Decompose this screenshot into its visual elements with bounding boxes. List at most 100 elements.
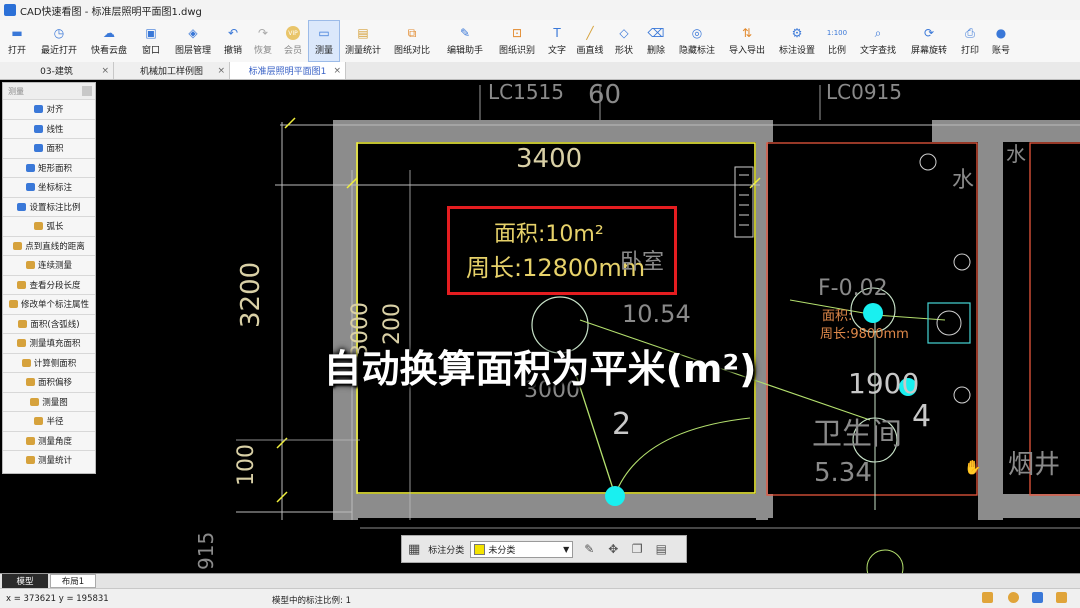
hide-icon: ◎ xyxy=(691,26,703,40)
window-button[interactable]: ▣ 窗口 xyxy=(134,20,168,62)
window-title: CAD快速看图 - 标准层照明平面图1.dwg xyxy=(20,6,202,18)
measure-point-line[interactable]: 点到直线的距离 xyxy=(3,235,95,256)
layers-button[interactable]: ◈ 图层管理 xyxy=(168,20,218,62)
tab-model[interactable]: 模型 xyxy=(2,574,48,588)
measure-edit-property[interactable]: 修改单个标注属性 xyxy=(3,294,95,314)
undo-icon: ↶ xyxy=(227,26,239,40)
edit-property-icon xyxy=(8,300,18,309)
figure-icon xyxy=(30,397,40,406)
coordinate-readout: x = 373621 y = 195831 xyxy=(6,594,109,604)
stats-icon xyxy=(25,456,35,465)
area-arc-icon xyxy=(18,319,28,328)
shape-button[interactable]: ◇ 形状 xyxy=(608,20,640,62)
measure-stats[interactable]: 测量统计 xyxy=(3,450,95,470)
print-icon: ⎙ xyxy=(965,25,975,40)
recent-button[interactable]: ◷ 最近打开 xyxy=(34,20,84,62)
measure-segment-length[interactable]: 查看分段长度 xyxy=(3,274,95,295)
measure-button[interactable]: ▭ 测量 xyxy=(308,20,340,62)
drawing-canvas[interactable]: LC1515 60 LC0915 3400 3200 3000 200 100 … xyxy=(0,80,1080,573)
measure-area[interactable]: 面积 xyxy=(3,138,95,158)
hand-cursor-icon: ✋ xyxy=(964,460,982,476)
coordinate-icon xyxy=(25,183,35,192)
top-right-water-label: 水 xyxy=(1006,142,1026,166)
paste-icon[interactable]: ▤ xyxy=(653,541,669,557)
annotation-settings-button[interactable]: ⚙ 标注设置 xyxy=(772,20,822,62)
delete-button[interactable]: ⌫ 删除 xyxy=(640,20,672,62)
dimension-3200: 3200 xyxy=(236,261,266,328)
scale-button[interactable]: 1:100 比例 xyxy=(822,20,852,62)
vip-button[interactable]: VIP 会员 xyxy=(278,20,308,62)
panel-pin-icon[interactable] xyxy=(82,86,92,96)
shape-icon: ◇ xyxy=(619,26,629,40)
compare-button[interactable]: ⧉ 图纸对比 xyxy=(386,20,438,62)
area-icon xyxy=(34,144,44,153)
import-export-button[interactable]: ⇅ 导入导出 xyxy=(722,20,772,62)
measure-stats-icon: ▤ xyxy=(357,26,369,40)
folder-icon: ▬ xyxy=(11,26,23,40)
redo-icon: ↷ xyxy=(257,26,269,40)
screen-rotate-button[interactable]: ⟳ 屏幕旋转 xyxy=(904,20,954,62)
redo-button[interactable]: ↷ 恢复 xyxy=(248,20,278,62)
move-icon[interactable]: ✥ xyxy=(605,541,621,557)
room-name-bathroom: 卫生间 xyxy=(812,417,902,452)
layer-toggle-icon[interactable] xyxy=(1056,592,1067,603)
wire-number-2: 2 xyxy=(612,407,632,442)
tab-layout1[interactable]: 布局1 xyxy=(50,574,96,588)
eraser-icon: ⌫ xyxy=(647,26,665,40)
lock-icon[interactable] xyxy=(982,592,993,603)
annotation-scale-status: 模型中的标注比例: 1 xyxy=(272,596,351,606)
tab-machining[interactable]: 机械加工样例图 × xyxy=(114,62,230,79)
category-swatch xyxy=(474,543,486,555)
measure-coordinate[interactable]: 坐标标注 xyxy=(3,177,95,197)
text-button[interactable]: T 文字 xyxy=(542,20,572,62)
align-icon xyxy=(34,105,44,114)
top-label-60: 60 xyxy=(588,80,622,110)
undo-button[interactable]: ↶ 撤销 xyxy=(218,20,248,62)
annotation-floatbar: ▦ 标注分类 未分类 ▼ ✎ ✥ ❐ ▤ xyxy=(401,535,687,563)
recognize-button[interactable]: ⊡ 图纸识别 xyxy=(492,20,542,62)
text-search-button[interactable]: ⌕ 文字查找 xyxy=(852,20,904,62)
copy-icon[interactable]: ❐ xyxy=(629,541,645,557)
measure-radius[interactable]: 半径 xyxy=(3,411,95,431)
recognize-icon: ⊡ xyxy=(511,26,523,40)
rect-area-icon xyxy=(25,163,35,172)
point-line-icon xyxy=(13,241,23,250)
grid-toggle-icon[interactable] xyxy=(1032,592,1043,603)
snap-icon[interactable] xyxy=(1008,592,1019,603)
grid-icon[interactable]: ▦ xyxy=(408,542,420,557)
status-bar: x = 373621 y = 195831 模型中的标注比例: 1 xyxy=(0,588,1080,608)
open-button[interactable]: ▬ 打开 xyxy=(0,20,34,62)
measure-figure[interactable]: 测量图 xyxy=(3,391,95,412)
toolbar: ▬ 打开 ◷ 最近打开 ☁ 快看云盘 ▣ 窗口 ◈ 图层管理 ↶ 撤销 ↷ 恢复 VIP 会员 … xyxy=(0,20,1080,63)
cloud-button[interactable]: ☁ 快看云盘 xyxy=(84,20,134,62)
measure-stats-button[interactable]: ▤ 测量统计 xyxy=(340,20,386,62)
app-logo-icon xyxy=(4,4,16,16)
rotate-icon: ⟳ xyxy=(923,26,935,40)
measure-area-arc[interactable]: 面积(含弧线) xyxy=(3,313,95,334)
dimension-3400: 3400 xyxy=(516,144,583,174)
category-selected-value: 未分类 xyxy=(488,545,516,556)
edit-icon[interactable]: ✎ xyxy=(581,541,597,557)
tab-lighting-plan[interactable]: 标准层照明平面图1 × xyxy=(230,62,346,79)
measure-angle[interactable]: 测量角度 xyxy=(3,430,95,451)
measure-continuous[interactable]: 连续测量 xyxy=(3,255,95,275)
wire-number-4: 4 xyxy=(912,399,932,434)
close-icon[interactable]: × xyxy=(101,66,109,76)
edit-helper-button[interactable]: ✎ 编辑助手 xyxy=(438,20,492,62)
draw-line-button[interactable]: ╱ 画直线 xyxy=(572,20,608,62)
tab-architecture[interactable]: 03-建筑 × xyxy=(0,62,114,79)
hide-annotation-button[interactable]: ◎ 隐藏标注 xyxy=(672,20,722,62)
measure-align[interactable]: 对齐 xyxy=(3,99,95,119)
close-icon[interactable]: × xyxy=(333,66,341,76)
close-icon[interactable]: × xyxy=(217,66,225,76)
measure-linear[interactable]: 线性 xyxy=(3,118,95,139)
annotation-category-select[interactable]: 未分类 ▼ xyxy=(470,540,574,558)
line-icon: ╱ xyxy=(586,26,594,40)
measure-arc-length[interactable]: 弧长 xyxy=(3,216,95,236)
arc-icon xyxy=(34,222,44,231)
print-button[interactable]: ⎙ 打印 xyxy=(954,20,986,62)
measure-rect-area[interactable]: 矩形面积 xyxy=(3,157,95,178)
water-label: 水 xyxy=(952,168,975,193)
measure-set-scale[interactable]: 设置标注比例 xyxy=(3,196,95,217)
account-button[interactable]: ● 账号 xyxy=(986,20,1016,62)
